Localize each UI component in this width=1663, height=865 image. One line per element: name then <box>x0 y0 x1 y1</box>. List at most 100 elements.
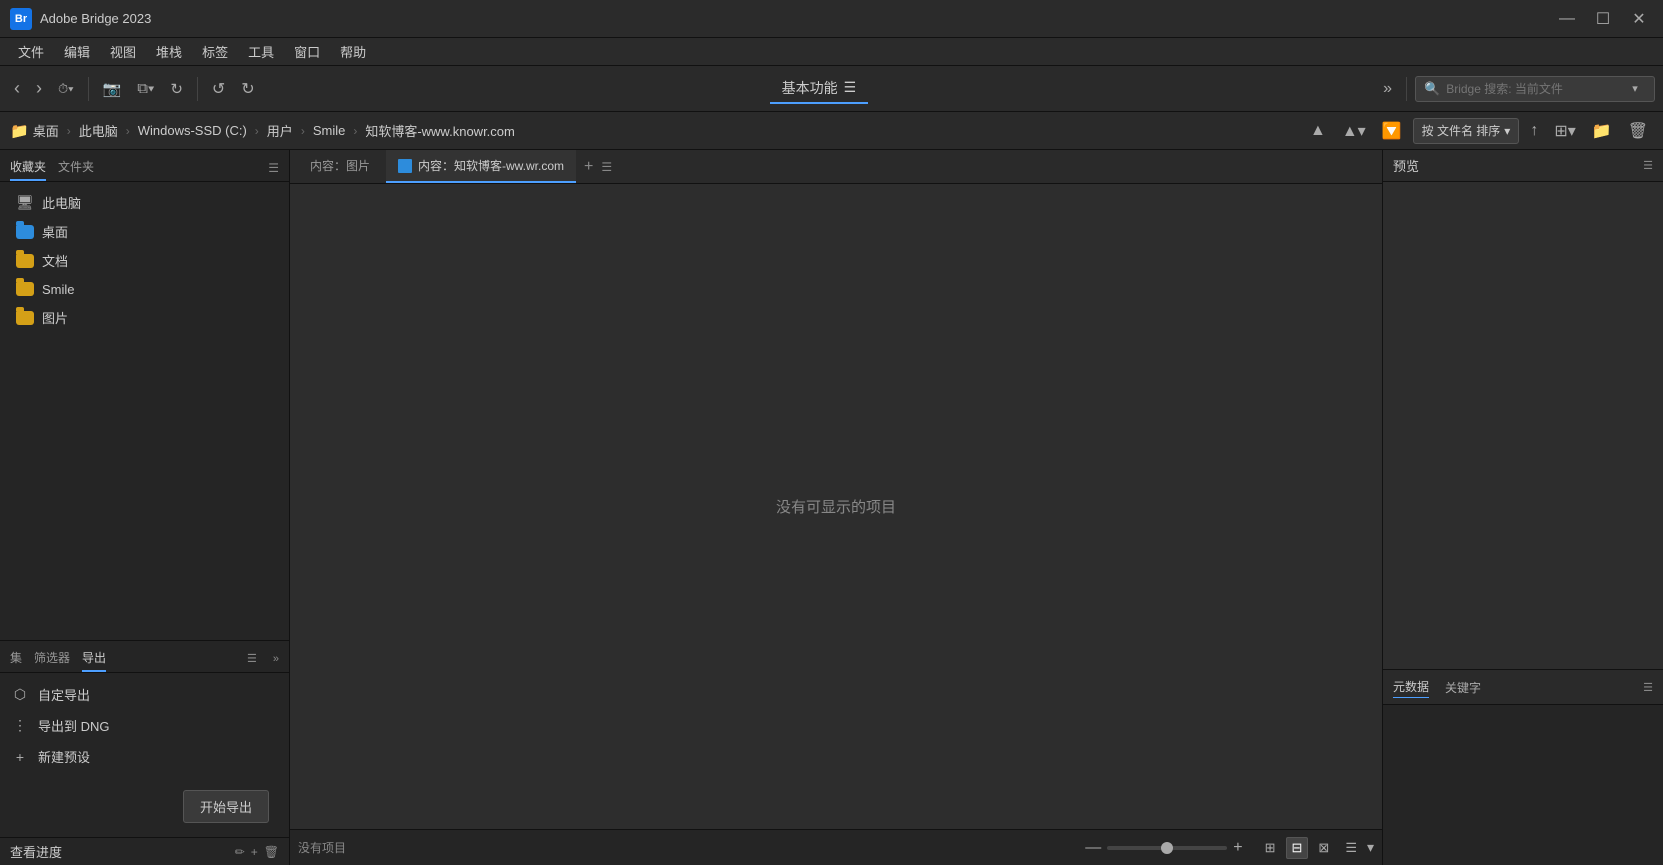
search-dropdown-button[interactable]: ▾ <box>1632 82 1638 95</box>
sort-label: 按 文件名 排序 <box>1422 122 1501 139</box>
metadata-menu-icon[interactable]: ☰ <box>1643 681 1653 694</box>
close-button[interactable]: ✕ <box>1625 5 1653 33</box>
menu-tools[interactable]: 工具 <box>238 38 284 65</box>
bottom-tab-collection[interactable]: 集 <box>10 645 22 672</box>
folder-yellow-icon-smile <box>16 280 34 298</box>
nav-item-documents[interactable]: 文档 <box>0 246 289 275</box>
export-item-custom[interactable]: ⬡ 自定导出 <box>0 679 289 710</box>
filter-button[interactable]: 🔽 <box>1377 118 1407 144</box>
export-new-icon: + <box>10 749 30 765</box>
nav-item-computer[interactable]: 🖥 此电脑 <box>0 188 289 217</box>
bottom-tab-export[interactable]: 导出 <box>82 645 106 672</box>
content-tab-blog[interactable]: 内容：知软博客-ww.wr.com <box>386 150 576 183</box>
breadcrumb-desktop[interactable]: 桌面 <box>33 121 59 140</box>
nav-item-smile[interactable]: Smile <box>0 275 289 303</box>
metadata-tab-keywords[interactable]: 关键字 <box>1445 677 1481 698</box>
add-tab-button[interactable]: + <box>580 158 597 176</box>
content-tab-blog-label: 内容：知软博客-ww.wr.com <box>418 157 564 174</box>
breadcrumb-current[interactable]: 知软博客-www.knowr.com <box>365 121 515 140</box>
tab-favorites[interactable]: 收藏夹 <box>10 154 46 181</box>
sort-button[interactable]: 按 文件名 排序 ▾ <box>1413 118 1520 144</box>
view-buttons: ⊞ ⊟ ⊠ ☰ ▾ <box>1259 837 1374 859</box>
status-text: 没有项目 <box>298 839 346 856</box>
zoom-slider[interactable] <box>1107 846 1227 850</box>
view-grid-button[interactable]: ⊞ <box>1259 837 1282 859</box>
bottom-tab-menu[interactable]: ☰ <box>247 652 257 665</box>
bottom-tab-filter[interactable]: 筛选器 <box>34 645 70 672</box>
content-area: 内容：图片 内容：知软博客-ww.wr.com + ☰ 没有可显示的项目 没有项… <box>290 150 1383 865</box>
empty-message: 没有可显示的项目 <box>776 496 896 517</box>
filter-icon-2[interactable]: ▲▾ <box>1337 118 1371 144</box>
filter-icon-1[interactable]: ▲ <box>1305 119 1331 143</box>
menu-view[interactable]: 视图 <box>100 38 146 65</box>
delete-icon[interactable]: 🗑 <box>264 845 279 859</box>
metadata-tab-metadata[interactable]: 元数据 <box>1393 676 1429 698</box>
view-list-button[interactable]: ☰ <box>1339 837 1363 859</box>
sort-dropdown-icon: ▾ <box>1504 124 1510 138</box>
title-bar: Br Adobe Bridge 2023 — ☐ ✕ <box>0 0 1663 38</box>
left-panel-menu[interactable]: ☰ <box>268 161 279 175</box>
bottom-tabs: 集 筛选器 导出 ☰ » <box>0 641 289 673</box>
breadcrumb-computer[interactable]: 此电脑 <box>79 121 118 140</box>
view-grid2-button[interactable]: ⊟ <box>1286 837 1309 859</box>
delete-button[interactable]: 🗑 <box>1623 118 1653 144</box>
menu-stack[interactable]: 堆栈 <box>146 38 192 65</box>
zoom-out-button[interactable]: — <box>1085 839 1101 857</box>
tab-menu-button[interactable]: ☰ <box>601 160 612 174</box>
breadcrumb-drive[interactable]: Windows-SSD (C:) <box>138 123 247 138</box>
minimize-button[interactable]: — <box>1553 5 1581 33</box>
computer-icon: 🖥 <box>16 194 34 212</box>
history-button[interactable]: ⏱▾ <box>52 74 80 104</box>
sort-direction-button[interactable]: ↑ <box>1525 119 1543 143</box>
forward-button[interactable]: › <box>30 74 48 104</box>
nav-label-smile: Smile <box>42 282 75 297</box>
export-custom-icon: ⬡ <box>10 686 30 703</box>
undo-button[interactable]: ↺ <box>206 74 231 104</box>
breadcrumb-smile[interactable]: Smile <box>313 123 346 138</box>
new-folder-button[interactable]: 📁 <box>1587 118 1617 144</box>
separator-1 <box>88 77 89 101</box>
content-tabs: 内容：图片 内容：知软博客-ww.wr.com + ☰ <box>290 150 1382 184</box>
view-grid3-button[interactable]: ⊠ <box>1312 837 1335 859</box>
breadcrumb-users[interactable]: 用户 <box>267 121 293 140</box>
export-new-label: 新建预设 <box>38 747 90 766</box>
start-export-button[interactable]: 开始导出 <box>183 790 269 823</box>
zoom-in-button[interactable]: + <box>1233 839 1242 857</box>
content-tab-pictures[interactable]: 内容：图片 <box>298 150 382 183</box>
workspace-button[interactable]: 基本功能 ☰ <box>770 74 869 104</box>
toolbar: ‹ › ⏱▾ 📷 ⧉▾ ↻ ↺ ↻ 基本功能 ☰ » 🔍 ▾ <box>0 66 1663 112</box>
app-logo: Br <box>10 8 32 30</box>
main-layout: 收藏夹 文件夹 ☰ 🖥 此电脑 桌面 <box>0 150 1663 865</box>
menu-bar: 文件 编辑 视图 堆栈 标签 工具 窗口 帮助 <box>0 38 1663 66</box>
left-bottom-panel: 集 筛选器 导出 ☰ » ⬡ 自定导出 ⋮ 导出到 DNG + 新建预设 <box>0 640 289 865</box>
export-item-new-preset[interactable]: + 新建预设 <box>0 741 289 772</box>
more-button[interactable]: » <box>1377 74 1398 104</box>
folder-home-icon: 📁 <box>10 122 29 140</box>
preview-menu-icon[interactable]: ☰ <box>1643 159 1653 172</box>
tab-folders[interactable]: 文件夹 <box>58 154 94 181</box>
menu-help[interactable]: 帮助 <box>330 38 376 65</box>
view-dropdown-button[interactable]: ▾ <box>1367 839 1374 856</box>
menu-label[interactable]: 标签 <box>192 38 238 65</box>
tab-blue-square <box>398 159 412 173</box>
export-dng-icon: ⋮ <box>10 717 30 734</box>
right-panel: 预览 ☰ 元数据 关键字 ☰ <box>1383 150 1663 865</box>
maximize-button[interactable]: ☐ <box>1589 5 1617 33</box>
back-button[interactable]: ‹ <box>8 74 26 104</box>
view-options-button[interactable]: ⊞▾ <box>1549 118 1580 144</box>
bottom-tab-more[interactable]: » <box>273 653 279 665</box>
nav-item-pictures[interactable]: 图片 <box>0 303 289 332</box>
redo-button[interactable]: ↻ <box>235 74 260 104</box>
refresh-button[interactable]: ↻ <box>164 74 189 104</box>
menu-file[interactable]: 文件 <box>8 38 54 65</box>
add-icon[interactable]: + <box>251 845 258 859</box>
search-input[interactable] <box>1446 82 1626 96</box>
export-item-dng[interactable]: ⋮ 导出到 DNG <box>0 710 289 741</box>
nav-label-pictures: 图片 <box>42 308 68 327</box>
copy-button[interactable]: ⧉▾ <box>131 74 160 104</box>
camera-button[interactable]: 📷 <box>97 74 128 104</box>
menu-window[interactable]: 窗口 <box>284 38 330 65</box>
edit-icon[interactable]: ✏ <box>235 845 245 859</box>
menu-edit[interactable]: 编辑 <box>54 38 100 65</box>
nav-item-desktop[interactable]: 桌面 <box>0 217 289 246</box>
